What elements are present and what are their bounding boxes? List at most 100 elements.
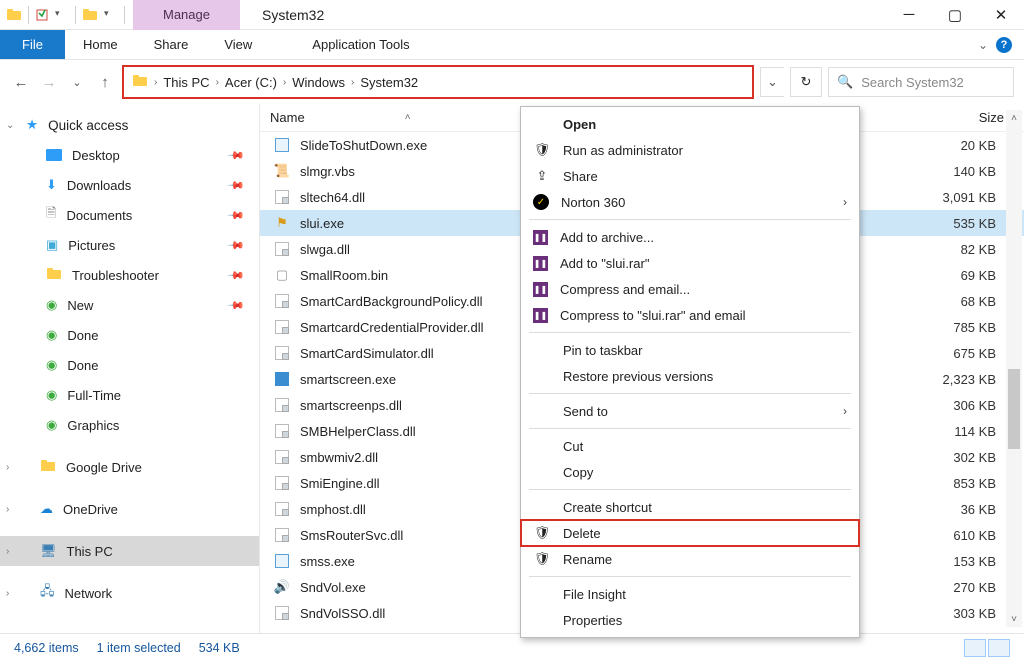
- nav-forward-button[interactable]: →: [38, 71, 60, 93]
- nav-desktop[interactable]: Desktop📌: [0, 140, 259, 170]
- nav-done[interactable]: ◉Done: [0, 350, 259, 380]
- title-bar: ▾ ▾ Manage System32 ─ ▢ ✕: [0, 0, 1024, 30]
- folder-icon: [132, 73, 148, 92]
- ctx-compress-email[interactable]: ❚❚Compress and email...: [521, 276, 859, 302]
- file-size: 270 KB: [894, 580, 1024, 595]
- minimize-button[interactable]: ─: [886, 0, 932, 30]
- ribbon-share[interactable]: Share: [136, 30, 207, 59]
- ctx-delete[interactable]: 🛡Delete: [521, 520, 859, 546]
- ctx-copy[interactable]: Copy: [521, 459, 859, 485]
- rar-icon: ❚❚: [533, 282, 548, 297]
- sort-asc-icon[interactable]: ˄: [405, 112, 411, 123]
- rar-icon: ❚❚: [533, 230, 548, 245]
- ribbon-file[interactable]: File: [0, 30, 65, 59]
- breadcrumb-drive[interactable]: Acer (C:): [225, 75, 277, 90]
- shield-icon: 🛡: [533, 142, 551, 158]
- breadcrumb-system32[interactable]: System32: [360, 75, 418, 90]
- nav-done[interactable]: ◉Done: [0, 320, 259, 350]
- nav-graphics[interactable]: ◉ Graphics: [0, 410, 259, 440]
- address-history-dropdown[interactable]: ⌄: [760, 67, 784, 97]
- folder-icon: [46, 266, 62, 285]
- view-large-icons-button[interactable]: [988, 639, 1010, 657]
- vertical-scrollbar[interactable]: ˄ ˅: [1006, 110, 1022, 627]
- nav-network[interactable]: ›🖧Network: [0, 578, 259, 608]
- nav-this-pc[interactable]: › 🖥 This PC: [0, 536, 259, 566]
- nav-back-button[interactable]: ←: [10, 71, 32, 93]
- sync-folder-icon: ◉: [46, 417, 57, 433]
- ctx-norton[interactable]: ✓Norton 360›: [521, 189, 859, 215]
- nav-pictures[interactable]: ▣Pictures📌: [0, 230, 259, 260]
- ribbon-expand-icon[interactable]: ⌄: [978, 38, 988, 52]
- ribbon-application-tools[interactable]: Application Tools: [294, 30, 427, 59]
- nav-onedrive[interactable]: ›☁OneDrive: [0, 494, 259, 524]
- chevron-right-icon[interactable]: ›: [6, 504, 9, 515]
- ctx-run-admin[interactable]: 🛡Run as administrator: [521, 137, 859, 163]
- nav-quick-access[interactable]: ⌄ ★ Quick access: [0, 110, 259, 140]
- nav-label: Graphics: [67, 418, 119, 433]
- help-icon[interactable]: ?: [996, 37, 1012, 53]
- qat-properties-icon[interactable]: [35, 8, 49, 22]
- ribbon-tabs: File Home Share View Application Tools ⌄…: [0, 30, 1024, 60]
- file-size: 610 KB: [894, 528, 1024, 543]
- share-icon: ⇪: [533, 168, 551, 184]
- chevron-right-icon[interactable]: ›: [6, 462, 9, 473]
- scroll-thumb[interactable]: [1008, 369, 1020, 449]
- ctx-compress-rar-email[interactable]: ❚❚Compress to "slui.rar" and email: [521, 302, 859, 328]
- nav-troubleshooter[interactable]: Troubleshooter📌: [0, 260, 259, 290]
- ctx-share[interactable]: ⇪Share: [521, 163, 859, 189]
- ctx-open[interactable]: Open: [521, 111, 859, 137]
- chevron-right-icon[interactable]: ›: [6, 588, 9, 599]
- desktop-icon: [46, 149, 62, 161]
- file-icon: [274, 345, 290, 361]
- chevron-down-icon[interactable]: ⌄: [6, 120, 14, 131]
- ctx-restore[interactable]: Restore previous versions: [521, 363, 859, 389]
- nav-google-drive[interactable]: ›Google Drive: [0, 452, 259, 482]
- nav-downloads[interactable]: ⬇Downloads📌: [0, 170, 259, 200]
- ctx-rename[interactable]: 🛡Rename: [521, 546, 859, 572]
- view-details-button[interactable]: [964, 639, 986, 657]
- ctx-properties[interactable]: Properties: [521, 607, 859, 633]
- ribbon-home[interactable]: Home: [65, 30, 136, 59]
- nav-new[interactable]: ◉New📌: [0, 290, 259, 320]
- qat-dropdown-icon[interactable]: ▾: [55, 8, 69, 22]
- cloud-icon: ☁: [40, 501, 53, 517]
- file-icon: 📜: [274, 163, 290, 179]
- address-bar[interactable]: › This PC › Acer (C:) › Windows › System…: [122, 65, 754, 99]
- chevron-right-icon[interactable]: ›: [154, 77, 157, 88]
- chevron-right-icon[interactable]: ›: [6, 546, 9, 557]
- sync-folder-icon: ◉: [46, 357, 57, 373]
- chevron-right-icon[interactable]: ›: [283, 77, 286, 88]
- scroll-down-button[interactable]: ˅: [1006, 611, 1022, 627]
- nav-recent-dropdown[interactable]: ⌄: [66, 71, 88, 93]
- scroll-up-button[interactable]: ˄: [1006, 110, 1022, 126]
- search-input[interactable]: 🔍 Search System32: [828, 67, 1014, 97]
- breadcrumb-this-pc[interactable]: This PC: [163, 75, 209, 90]
- ctx-cut[interactable]: Cut: [521, 433, 859, 459]
- pc-icon: 🖥: [40, 543, 57, 559]
- contextual-tab-manage[interactable]: Manage: [133, 0, 240, 30]
- ctx-file-insight[interactable]: File Insight: [521, 581, 859, 607]
- nav-up-button[interactable]: ↑: [94, 71, 116, 93]
- ribbon-view[interactable]: View: [206, 30, 270, 59]
- nav-label: This PC: [67, 544, 113, 559]
- file-size: 82 KB: [894, 242, 1024, 257]
- close-button[interactable]: ✕: [978, 0, 1024, 30]
- maximize-button[interactable]: ▢: [932, 0, 978, 30]
- breadcrumb-windows[interactable]: Windows: [292, 75, 345, 90]
- ctx-add-archive[interactable]: ❚❚Add to archive...: [521, 224, 859, 250]
- ctx-create-shortcut[interactable]: Create shortcut: [521, 494, 859, 520]
- ctx-send-to[interactable]: Send to›: [521, 398, 859, 424]
- ctx-pin-taskbar[interactable]: Pin to taskbar: [521, 337, 859, 363]
- column-name[interactable]: Name: [270, 110, 305, 125]
- nav-documents[interactable]: 🗎Documents📌: [0, 200, 259, 230]
- column-size[interactable]: Size: [894, 110, 1024, 125]
- folder-icon: [6, 7, 22, 23]
- pin-icon: 📌: [227, 236, 246, 255]
- nav-fulltime[interactable]: ◉Full-Time: [0, 380, 259, 410]
- ctx-add-rar[interactable]: ❚❚Add to "slui.rar": [521, 250, 859, 276]
- chevron-right-icon[interactable]: ›: [216, 77, 219, 88]
- chevron-right-icon[interactable]: ›: [351, 77, 354, 88]
- qat-dropdown-icon[interactable]: ▾: [104, 8, 118, 22]
- sync-folder-icon: ◉: [46, 327, 57, 343]
- refresh-button[interactable]: ↻: [790, 67, 822, 97]
